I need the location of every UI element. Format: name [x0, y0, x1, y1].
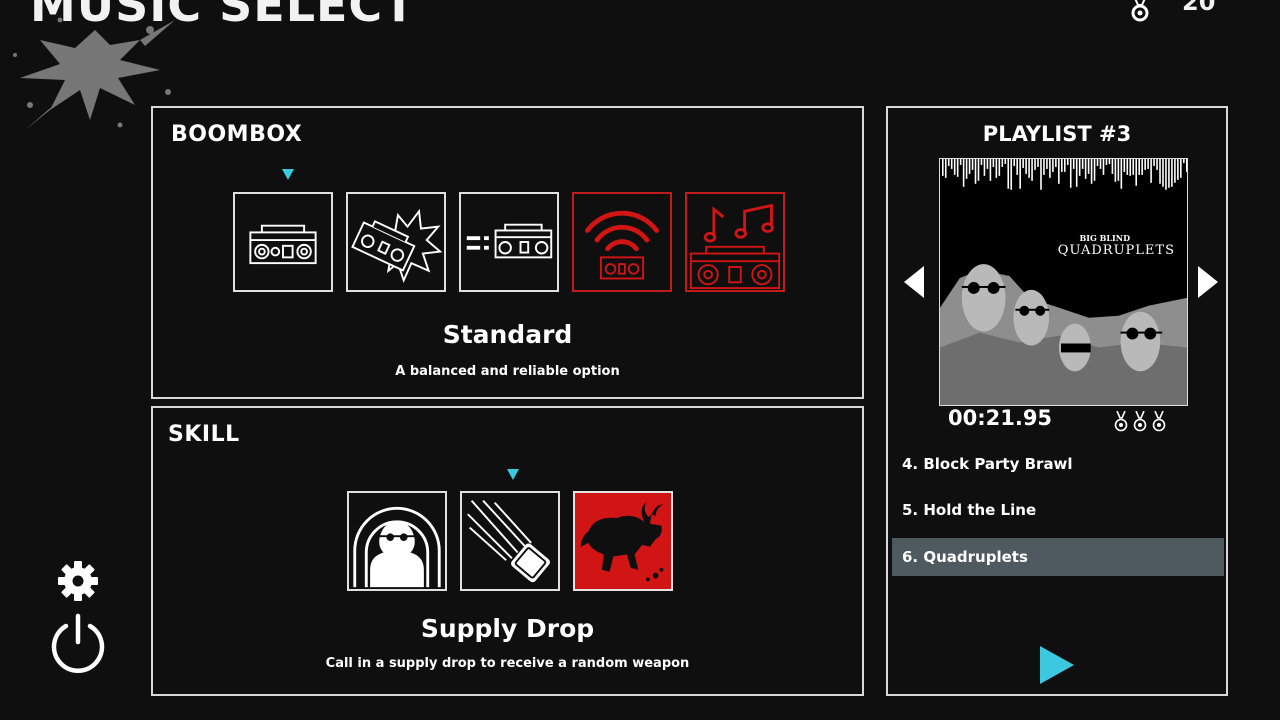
power-quit-icon[interactable]: [48, 612, 108, 674]
track-item[interactable]: 4. Block Party Brawl: [892, 445, 1224, 483]
boombox-heading: BOOMBOX: [171, 122, 303, 147]
settings-gear-icon[interactable]: [56, 559, 100, 603]
album-cover: BIG BLIND QUADRUPLETS: [939, 158, 1188, 406]
boombox-option-explosive[interactable]: [346, 192, 446, 292]
selection-marker: [282, 169, 294, 180]
skill-heading: SKILL: [168, 422, 240, 447]
skill-option-supply-drop[interactable]: [460, 491, 560, 591]
medals-icon: [1114, 411, 1166, 432]
album-name: QUADRUPLETS: [1057, 243, 1175, 258]
boombox-option-standard[interactable]: [233, 192, 333, 292]
album-artwork-image: [940, 159, 1187, 405]
boombox-explosion-icon: [351, 208, 443, 284]
boombox-equals-icon: [466, 223, 553, 259]
boombox-option-equalizer[interactable]: [459, 192, 559, 292]
meteor-icon: [467, 500, 550, 583]
best-time: 00:21.95: [948, 406, 1053, 430]
skill-option-shield[interactable]: [347, 491, 447, 591]
play-button[interactable]: [1040, 646, 1074, 684]
track-item-active[interactable]: 6. Quadruplets: [892, 538, 1224, 576]
selection-marker: [507, 469, 519, 480]
boombox-option-locked-signal[interactable]: [572, 192, 672, 292]
boombox-icon: [249, 224, 317, 265]
selected-boombox-name: Standard: [442, 320, 573, 349]
previous-playlist-arrow-icon[interactable]: [904, 266, 926, 298]
skill-panel: SKILL Supply Drop Call in a supply drop …: [151, 406, 864, 696]
boombox-option-locked-notes[interactable]: [685, 192, 785, 292]
selected-skill-description: Call in a supply drop to receive a rando…: [325, 656, 690, 671]
boombox-panel: BOOMBOX Standard A balanced and reliable…: [151, 106, 864, 399]
skill-option-locked-bull[interactable]: [573, 491, 673, 591]
playlist-panel: PLAYLIST #3 BIG BLIND QUADRUPLETS 00:21.…: [886, 106, 1228, 696]
screen-title: MUSIC SELECT: [30, 0, 416, 32]
charging-bull-icon: [575, 493, 671, 589]
boombox-music-notes-icon: [689, 203, 781, 290]
playlist-title: PLAYLIST #3: [982, 122, 1132, 146]
medal-icon: [1131, 0, 1149, 22]
selected-boombox-description: A balanced and reliable option: [395, 364, 620, 379]
album-artist: BIG BLIND: [1079, 233, 1131, 243]
selected-skill-name: Supply Drop: [420, 614, 595, 643]
track-item[interactable]: 5. Hold the Line: [892, 491, 1224, 529]
boombox-signal-icon: [585, 210, 659, 280]
next-playlist-arrow-icon[interactable]: [1196, 266, 1218, 298]
shield-person-icon: [353, 507, 441, 588]
medal-count: 20: [1182, 0, 1216, 16]
